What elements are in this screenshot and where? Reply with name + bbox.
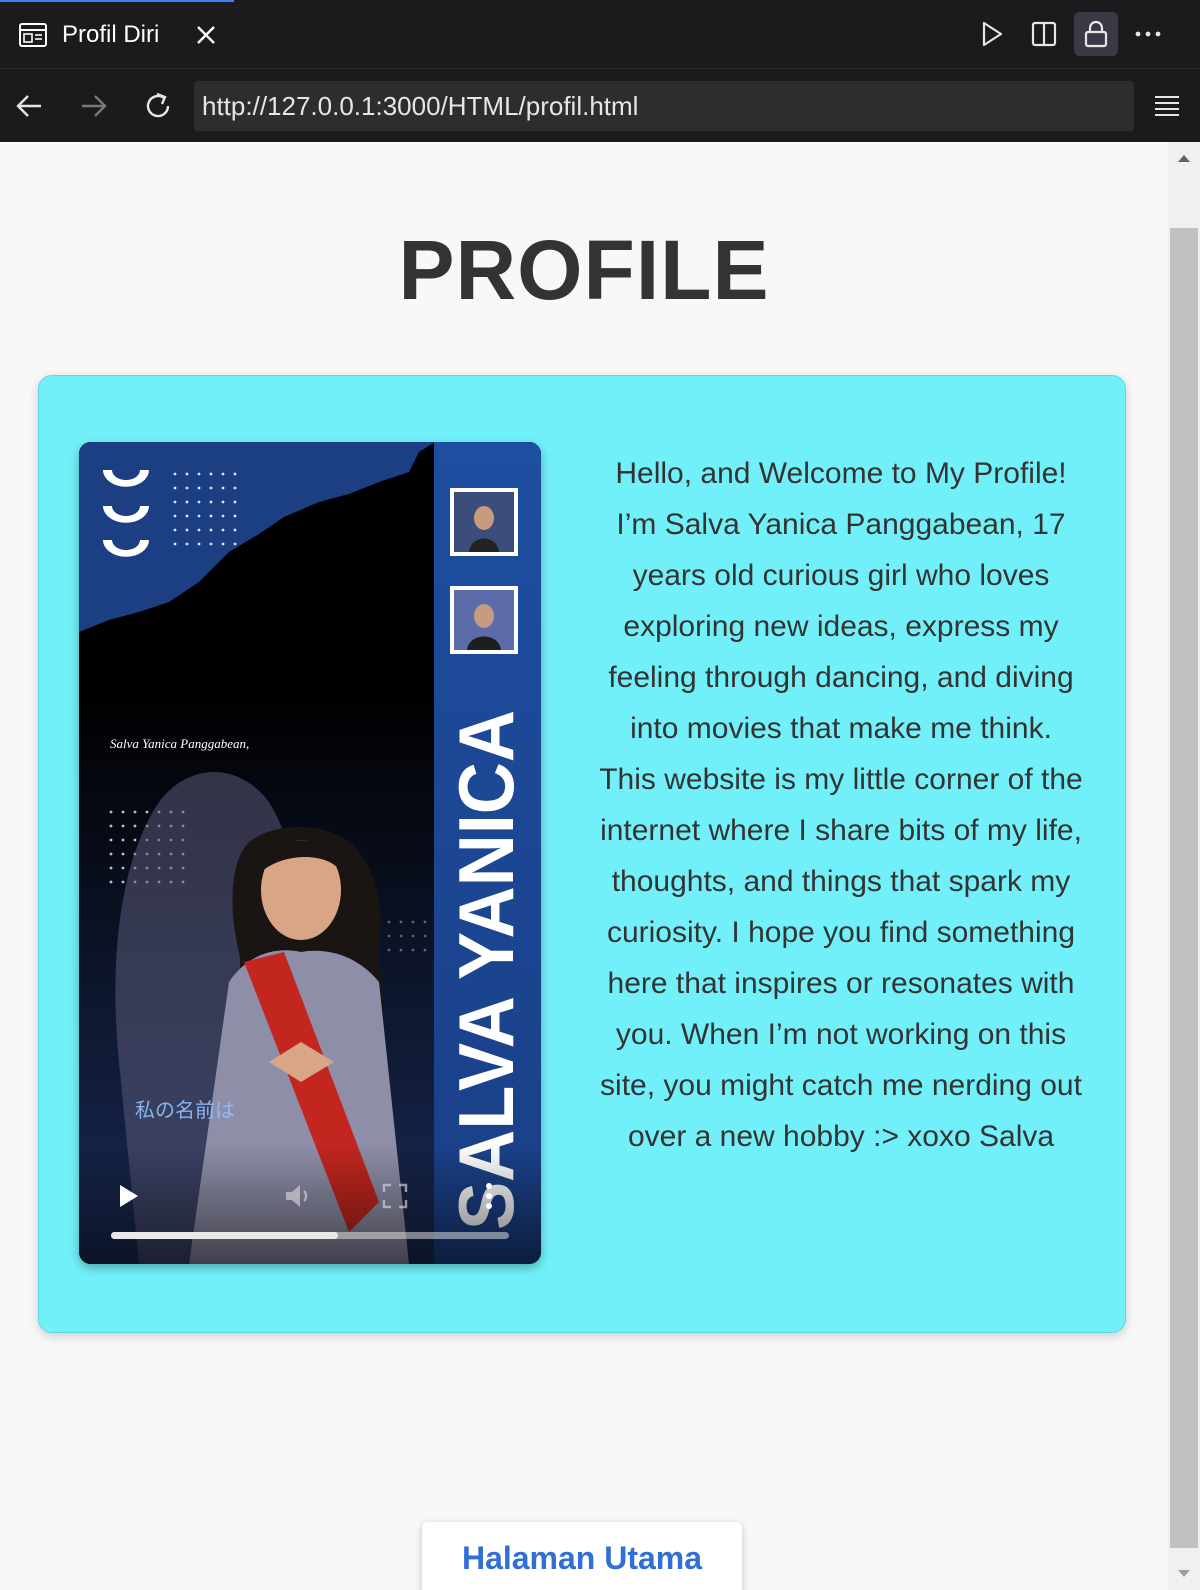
- video-controls: [79, 1144, 541, 1264]
- arrow-left-icon[interactable]: [5, 82, 53, 130]
- browser-preview-icon: [18, 22, 48, 48]
- arrow-right-icon[interactable]: [70, 82, 118, 130]
- scroll-up-arrow-icon[interactable]: [1168, 142, 1200, 174]
- video-caption: Salva Yanica Panggabean,: [110, 736, 250, 751]
- scroll-down-arrow-icon[interactable]: [1168, 1558, 1200, 1590]
- scroll-thumb[interactable]: [1170, 228, 1198, 1548]
- hamburger-menu-icon[interactable]: [1144, 83, 1190, 129]
- url-text: http://127.0.0.1:3000/HTML/profil.html: [202, 90, 639, 121]
- tab-bar: Profil Diri: [0, 0, 1200, 68]
- volume-icon[interactable]: [279, 1176, 319, 1216]
- profile-bio: Hello, and Welcome to My Profile! I’m Sa…: [599, 457, 1083, 1153]
- play-icon[interactable]: [970, 12, 1014, 56]
- reload-icon[interactable]: [134, 82, 182, 130]
- play-icon[interactable]: [109, 1176, 149, 1216]
- more-vertical-icon[interactable]: [469, 1176, 509, 1216]
- profile-video[interactable]: Salva Yanica Panggabean, 私の名前は SALVA YAN…: [79, 442, 541, 1264]
- lock-icon[interactable]: [1074, 12, 1118, 56]
- page-scrollbar[interactable]: [1168, 142, 1200, 1590]
- video-progress-bar[interactable]: [111, 1232, 509, 1239]
- navigation-bar: http://127.0.0.1:3000/HTML/profil.html: [0, 68, 1200, 142]
- home-button[interactable]: Halaman Utama: [422, 1522, 742, 1590]
- page-title: PROFILE: [398, 223, 770, 317]
- page-viewport: PROFILE Salva Yanica Panggabean, 私の名前は S…: [0, 142, 1168, 1590]
- close-icon[interactable]: [186, 15, 226, 55]
- active-tab[interactable]: Profil Diri: [0, 0, 234, 68]
- video-progress-fill: [111, 1232, 338, 1239]
- profile-card: Salva Yanica Panggabean, 私の名前は SALVA YAN…: [38, 375, 1126, 1333]
- tab-actions: [970, 12, 1170, 56]
- url-input[interactable]: http://127.0.0.1:3000/HTML/profil.html: [194, 81, 1134, 131]
- video-japanese-text: 私の名前は: [135, 1098, 235, 1122]
- more-icon[interactable]: [1126, 12, 1170, 56]
- split-view-icon[interactable]: [1022, 12, 1066, 56]
- tab-title: Profil Diri: [62, 21, 160, 48]
- fullscreen-icon[interactable]: [375, 1176, 415, 1216]
